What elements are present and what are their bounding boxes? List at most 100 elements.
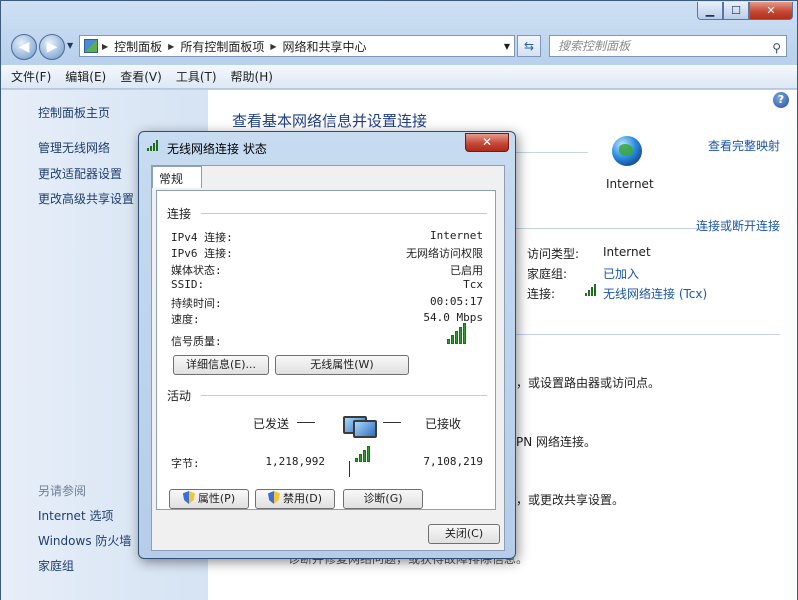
minimize-button[interactable]: ▁	[697, 2, 723, 20]
activity-stem	[349, 461, 350, 477]
wifi-signal-icon	[585, 284, 597, 296]
internet-label: Internet	[606, 177, 654, 191]
sent-label: 已发送	[253, 417, 290, 431]
wireless-status-dialog: 无线网络连接 状态 ✕ 常规 连接 IPv4 连接: Internet IPv6…	[138, 131, 516, 559]
signal-quality-key: 信号质量:	[171, 335, 222, 348]
homegroup-key: 家庭组:	[527, 267, 568, 281]
view-full-map-link[interactable]: 查看完整映射	[708, 137, 780, 154]
disable-button-label: 禁用(D)	[282, 492, 323, 505]
section-divider	[508, 334, 780, 335]
properties-button[interactable]: 属性(P)	[169, 489, 249, 509]
activity-section-label: 活动	[167, 389, 192, 403]
homegroup-value-link[interactable]: 已加入	[603, 265, 639, 282]
menu-help[interactable]: 帮助(H)	[231, 68, 273, 85]
maximize-button[interactable]: ☐	[723, 2, 749, 20]
dialog-title: 无线网络连接 状态	[167, 142, 267, 156]
refresh-button[interactable]: ⇆	[517, 35, 541, 57]
bytes-sent-value: 1,218,992	[265, 455, 325, 468]
access-type-value: Internet	[603, 245, 651, 259]
see-also-heading: 另请参阅	[38, 484, 87, 498]
sidebar-homegroup[interactable]: 家庭组	[38, 557, 74, 574]
menu-file[interactable]: 文件(F)	[11, 68, 51, 85]
details-button[interactable]: 详细信息(E)...	[173, 355, 269, 375]
ipv4-value: Internet	[430, 229, 483, 242]
forward-button[interactable]: ▶	[39, 34, 65, 60]
breadcrumb-separator-icon: ▶	[102, 41, 109, 51]
map-connector-line	[508, 152, 588, 153]
address-bar[interactable]: ▶ 控制面板 ▶ 所有控制面板项 ▶ 网络和共享中心 ▼	[79, 35, 515, 57]
navigation-bar: ◀ ▶ ▼ ▶ 控制面板 ▶ 所有控制面板项 ▶ 网络和共享中心 ▼ ⇆ 搜索控…	[1, 31, 797, 61]
search-input[interactable]: 搜索控制面板 ⚲	[549, 35, 787, 57]
ipv4-key: IPv4 连接:	[171, 231, 233, 244]
back-button[interactable]: ◀	[11, 34, 37, 60]
wireless-connection-link[interactable]: 无线网络连接 (Tcx)	[603, 285, 707, 302]
received-line	[383, 422, 401, 423]
menu-tools[interactable]: 工具(T)	[176, 68, 217, 85]
wireless-properties-button[interactable]: 无线属性(W)	[275, 355, 409, 375]
search-placeholder: 搜索控制面板	[558, 39, 631, 53]
internet-globe-icon[interactable]	[612, 136, 642, 166]
properties-button-label: 属性(P)	[197, 492, 236, 505]
menu-bar: 文件(F) 编辑(E) 查看(V) 工具(T) 帮助(H)	[1, 65, 797, 89]
network-computer-icon	[343, 416, 381, 446]
breadcrumb-control-panel[interactable]: 控制面板	[114, 38, 162, 55]
uac-shield-icon	[267, 491, 280, 504]
dialog-close-button[interactable]: 关闭(C)	[428, 524, 500, 544]
ssid-value: Tcx	[463, 278, 483, 291]
general-tab-pane: 连接 IPv4 连接: Internet IPv6 连接: 无网络访问权限 媒体…	[156, 190, 496, 510]
bytes-received-value: 7,108,219	[423, 455, 483, 468]
window-controls: ▁ ☐ ✕	[697, 2, 793, 20]
ipv6-value: 无网络访问权限	[406, 247, 483, 260]
close-window-button[interactable]: ✕	[749, 2, 793, 20]
uac-shield-icon	[182, 491, 195, 504]
duration-key: 持续时间:	[171, 297, 222, 310]
task-text-vpn: PN 网络连接。	[516, 435, 597, 449]
address-dropdown-icon[interactable]: ▼	[504, 42, 510, 51]
section-divider	[201, 395, 487, 396]
recent-pages-dropdown-icon[interactable]: ▼	[67, 41, 73, 50]
access-type-key: 访问类型:	[527, 247, 580, 261]
sent-line	[297, 422, 315, 423]
ipv6-key: IPv6 连接:	[171, 247, 233, 260]
search-icon[interactable]: ⚲	[772, 38, 781, 58]
wifi-signal-icon	[147, 140, 159, 151]
sidebar-home-link[interactable]: 控制面板主页	[38, 104, 110, 121]
wifi-activity-icon	[355, 446, 371, 462]
help-icon[interactable]: ?	[773, 92, 789, 108]
menu-edit[interactable]: 编辑(E)	[65, 68, 106, 85]
sidebar-adapter-settings[interactable]: 更改适配器设置	[38, 165, 122, 182]
task-text-sharing: ，或更改共享设置。	[516, 493, 625, 507]
media-state-value: 已启用	[450, 264, 483, 277]
control-panel-icon	[84, 39, 98, 53]
speed-key: 速度:	[171, 313, 200, 326]
breadcrumb-separator-icon: ▶	[270, 41, 277, 51]
section-divider	[201, 213, 487, 214]
watermark-url: jingyan.baidu.com	[666, 566, 768, 579]
task-text-router: ，或设置路由器或访问点。	[516, 376, 661, 390]
breadcrumb-all-items[interactable]: 所有控制面板项	[180, 38, 264, 55]
tab-general[interactable]: 常规	[152, 166, 202, 188]
ssid-key: SSID:	[171, 278, 205, 291]
section-divider	[508, 228, 708, 229]
sidebar-manage-wireless[interactable]: 管理无线网络	[38, 139, 110, 156]
connect-disconnect-link[interactable]: 连接或断开连接	[696, 217, 780, 234]
baidu-watermark-logo: Bai 经验	[648, 518, 762, 548]
breadcrumb-separator-icon: ▶	[168, 41, 175, 51]
dialog-close-icon[interactable]: ✕	[465, 133, 509, 152]
received-label: 已接收	[425, 417, 462, 431]
connection-key: 连接:	[527, 287, 556, 301]
disable-button[interactable]: 禁用(D)	[255, 489, 335, 509]
sidebar-internet-options[interactable]: Internet 选项	[38, 507, 113, 524]
dialog-panel: 常规 连接 IPv4 连接: Internet IPv6 连接: 无网络访问权限…	[151, 165, 505, 551]
bytes-key: 字节:	[171, 457, 200, 470]
duration-value: 00:05:17	[430, 295, 483, 308]
breadcrumb-network-center[interactable]: 网络和共享中心	[283, 38, 367, 55]
menu-view[interactable]: 查看(V)	[120, 68, 162, 85]
media-state-key: 媒体状态:	[171, 264, 222, 277]
signal-quality-icon	[447, 323, 467, 344]
sidebar-firewall[interactable]: Windows 防火墙	[38, 532, 131, 549]
diagnose-button[interactable]: 诊断(G)	[343, 489, 423, 509]
page-title: 查看基本网络信息并设置连接	[232, 112, 428, 130]
sidebar-sharing-settings[interactable]: 更改高级共享设置	[38, 190, 134, 207]
connection-section-label: 连接	[167, 207, 192, 221]
